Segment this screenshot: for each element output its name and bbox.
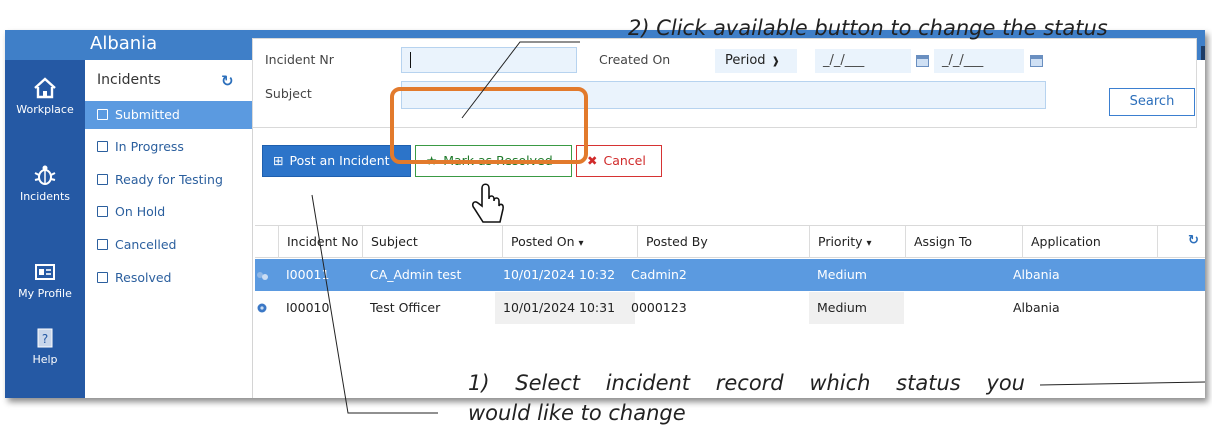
step1-annotation-line2: would like to change (468, 401, 686, 425)
country-title: Albania (90, 33, 158, 54)
table-row[interactable]: I00010 Test Officer 10/01/2024 10:31 000… (255, 292, 1205, 324)
cell-assign-to (905, 259, 1021, 291)
text-caret (410, 52, 411, 68)
status-item-on-hold[interactable]: On Hold (85, 198, 252, 226)
title-bar-edge (1201, 46, 1205, 60)
sort-down-icon: ▾ (578, 238, 584, 249)
cell-posted-on: 10/01/2024 10:32 (503, 267, 616, 282)
nav-item-incidents[interactable]: Incidents (5, 163, 85, 203)
status-item-submitted[interactable]: Submitted (85, 101, 252, 129)
cell-assign-to (905, 292, 1021, 324)
cell-subject: Test Officer (370, 300, 441, 315)
status-panel-title: Incidents (97, 72, 161, 88)
priority-label: Priority (818, 234, 863, 249)
cell-priority: Medium (817, 267, 867, 282)
status-panel: Incidents ↻ Submitted In Progress Ready … (85, 60, 253, 398)
table-row[interactable]: I00011 CA_Admin test 10/01/2024 10:32 Ca… (255, 259, 1205, 291)
ready-for-testing-icon (97, 174, 108, 185)
date-from-input[interactable]: _/_/___ (815, 49, 911, 73)
help-icon: ? (37, 328, 53, 348)
status-label: Resolved (115, 270, 172, 285)
search-button[interactable]: Search (1109, 88, 1195, 116)
bug-icon (34, 165, 56, 185)
post-incident-label: Post an Incident (289, 153, 390, 168)
home-icon (34, 77, 56, 99)
column-header-priority[interactable]: Priority ▾ (809, 226, 904, 258)
cell-priority: Medium (809, 292, 904, 324)
post-incident-button[interactable]: ⊞ Post an Incident (262, 145, 411, 177)
column-header-subject[interactable]: Subject (362, 226, 492, 258)
date-to-value: _/_/___ (942, 53, 984, 68)
cell-application: Albania (1013, 300, 1060, 315)
nav-label: My Profile (18, 287, 72, 300)
posted-on-label: Posted On (511, 234, 575, 249)
cell-incident-no: I00011 (286, 267, 330, 282)
status-label: Ready for Testing (115, 172, 223, 187)
submitted-icon (97, 109, 108, 120)
status-item-ready-for-testing[interactable]: Ready for Testing (85, 166, 252, 194)
incident-type-icon (257, 303, 267, 313)
cell-posted-on: 10/01/2024 10:31 (495, 292, 635, 324)
nav-label: Help (32, 353, 58, 366)
calendar-icon[interactable] (1030, 55, 1043, 67)
column-header-assign-to[interactable]: Assign To (905, 226, 1021, 258)
nav-item-help[interactable]: ? Help (5, 326, 85, 366)
status-label: Cancelled (115, 237, 177, 252)
cell-incident-no: I00010 (286, 300, 330, 315)
grid-refresh-icon[interactable]: ↻ (1188, 233, 1199, 248)
svg-text:?: ? (42, 332, 48, 346)
plus-icon: ⊞ (273, 153, 284, 168)
status-item-cancelled[interactable]: Cancelled (85, 231, 252, 259)
cancel-label: Cancel (603, 153, 646, 168)
column-header-posted-by[interactable]: Posted By (637, 226, 809, 258)
incident-type-icon (257, 272, 268, 280)
step2-annotation: 2) Click available button to change the … (628, 16, 1108, 40)
status-item-in-progress[interactable]: In Progress (85, 133, 252, 161)
column-header-incident-no[interactable]: Incident No (278, 226, 362, 258)
status-item-resolved[interactable]: Resolved (85, 264, 252, 292)
cell-posted-by: 0000123 (631, 300, 687, 315)
date-to-input[interactable]: _/_/___ (934, 49, 1024, 73)
subject-label: Subject (265, 86, 312, 101)
period-value: Period (725, 53, 766, 68)
cancel-button[interactable]: ✖ Cancel (576, 145, 662, 177)
nav-label: Workplace (16, 103, 74, 116)
date-from-value: _/_/___ (823, 53, 865, 68)
cell-posted-by: Cadmin2 (631, 267, 687, 282)
sort-down-icon: ▾ (866, 238, 872, 249)
nav-label: Incidents (19, 190, 71, 203)
in-progress-icon (97, 141, 108, 152)
cell-subject: CA_Admin test (370, 267, 462, 282)
column-header-posted-on[interactable]: Posted On ▾ (502, 226, 632, 258)
highlight-box (390, 87, 588, 164)
cancelled-icon (97, 239, 108, 250)
incident-nr-input[interactable] (401, 47, 577, 73)
cancel-doc-icon: ✖ (587, 153, 598, 168)
calendar-icon[interactable] (916, 55, 929, 67)
cell-application: Albania (1013, 267, 1060, 282)
status-label: In Progress (115, 139, 184, 154)
step1-annotation-line1: 1) Select incident record which status y… (468, 371, 1025, 395)
resolved-icon (97, 272, 108, 283)
on-hold-icon (97, 206, 108, 217)
profile-card-icon (35, 264, 55, 280)
grid-header: Incident No Subject Posted On ▾ Posted By… (255, 226, 1205, 258)
created-on-label: Created On (599, 52, 671, 67)
nav-item-workplace[interactable]: Workplace (5, 76, 85, 116)
left-navigation: Workplace Incidents My Profile ? Help (5, 60, 85, 398)
status-label: On Hold (115, 204, 166, 219)
nav-item-my-profile[interactable]: My Profile (5, 260, 85, 300)
chevron-down-icon: ❱ (771, 56, 780, 67)
period-select[interactable]: Period ❱ (715, 49, 797, 73)
status-label: Submitted (115, 107, 180, 122)
column-header-spacer (1157, 226, 1187, 258)
step1-annotation: 1) Select incident record which status y… (468, 368, 1028, 428)
column-header-application[interactable]: Application (1022, 226, 1156, 258)
incident-nr-label: Incident Nr (265, 52, 334, 67)
refresh-icon[interactable]: ↻ (221, 72, 234, 90)
